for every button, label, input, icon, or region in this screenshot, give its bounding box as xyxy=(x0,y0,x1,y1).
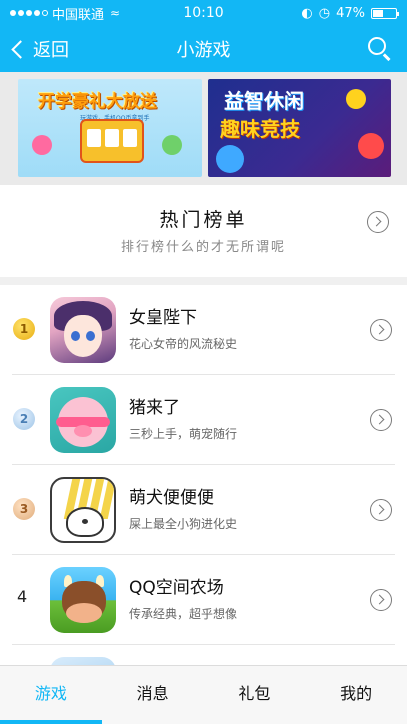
game-description: 屎上最全小狗进化史 xyxy=(129,517,238,531)
chevron-right-icon[interactable] xyxy=(370,589,392,611)
hot-list-subtitle: 排行榜什么的才无所谓呢 xyxy=(120,240,286,255)
tab-games[interactable]: 游戏 xyxy=(0,666,102,724)
game-icon-dog xyxy=(50,477,116,543)
character-illustration xyxy=(32,135,52,155)
game-row[interactable]: 1 女皇陛下 花心女帝的风流秘史 xyxy=(0,285,407,375)
promo-banner-left[interactable]: 开学豪礼大放送 玩游戏，手机QQ币拿到手 xyxy=(18,79,202,177)
tab-label: 消息 xyxy=(136,684,169,703)
rank-gold-medal-icon: 1 xyxy=(13,318,35,340)
wifi-icon: ≈ xyxy=(110,6,121,20)
rank-bronze-medal-icon: 3 xyxy=(13,498,35,520)
game-row[interactable]: 3 萌犬便便便 屎上最全小狗进化史 xyxy=(0,465,407,555)
rotation-lock-icon: ◐ xyxy=(301,5,313,21)
tab-gifts[interactable]: 礼包 xyxy=(204,666,306,724)
banner-right-line1: 益智休闲 xyxy=(224,89,304,113)
character-illustration xyxy=(358,133,384,159)
game-description: 花心女帝的风流秘史 xyxy=(129,337,238,351)
game-name: 猪来了 xyxy=(129,398,180,418)
character-illustration xyxy=(162,135,182,155)
promo-banner-right[interactable]: 益智休闲 趣味竞技 xyxy=(208,79,391,177)
section-divider xyxy=(0,277,407,285)
search-icon xyxy=(368,37,386,55)
game-name: 萌犬便便便 xyxy=(129,488,214,508)
battery-icon xyxy=(371,7,399,19)
chevron-right-icon[interactable] xyxy=(370,319,392,341)
chevron-left-icon xyxy=(11,39,30,59)
game-row[interactable]: 2 猪来了 三秒上手，萌宠随行 xyxy=(0,375,407,465)
tab-label: 游戏 xyxy=(34,684,67,703)
tab-messages[interactable]: 消息 xyxy=(102,666,204,724)
header: 中国联通 ≈ 10:10 ◐ ◷ 47% 返回 小游戏 xyxy=(0,0,407,72)
search-button[interactable] xyxy=(367,36,393,62)
tab-label: 礼包 xyxy=(238,684,271,703)
game-icon-pig xyxy=(50,387,116,453)
signal-strength-icon xyxy=(10,10,48,16)
chevron-right-icon[interactable] xyxy=(370,499,392,521)
character-illustration xyxy=(216,145,244,173)
slot-machine-illustration xyxy=(80,119,144,163)
game-name: QQ空间农场 xyxy=(129,578,224,598)
hot-list-title: 热门榜单 xyxy=(159,209,248,231)
chevron-right-icon[interactable] xyxy=(367,211,389,233)
banner-strip: 开学豪礼大放送 玩游戏，手机QQ币拿到手 益智休闲 趣味竞技 xyxy=(0,72,407,185)
bottom-tab-bar: 游戏 消息 礼包 我的 xyxy=(0,665,407,724)
tab-profile[interactable]: 我的 xyxy=(305,666,407,724)
game-icon-queen xyxy=(50,297,116,363)
game-list: 1 女皇陛下 花心女帝的风流秘史 2 猪来了 三秒上手，萌宠随行 3 萌犬便便便… xyxy=(0,285,407,665)
tab-label: 我的 xyxy=(340,684,373,703)
active-tab-indicator xyxy=(0,720,102,724)
back-label: 返回 xyxy=(33,40,69,61)
battery-level-fill xyxy=(373,9,384,17)
game-description: 传承经典，超乎想像 xyxy=(129,607,238,621)
rank-number: 4 xyxy=(17,587,28,606)
rank-silver-medal-icon: 2 xyxy=(13,408,35,430)
nav-bar: 返回 小游戏 xyxy=(0,26,407,72)
banner-left-title: 开学豪礼大放送 xyxy=(38,92,157,112)
game-name: 女皇陛下 xyxy=(129,308,197,328)
status-right: ◐ ◷ 47% xyxy=(301,5,399,21)
game-icon-farm-cow xyxy=(50,567,116,633)
battery-percent: 47% xyxy=(336,5,365,21)
alarm-icon: ◷ xyxy=(318,5,331,21)
game-icon-partial xyxy=(50,657,116,665)
game-description: 三秒上手，萌宠随行 xyxy=(129,427,238,441)
hot-list-header[interactable]: 热门榜单 排行榜什么的才无所谓呢 xyxy=(0,193,407,275)
game-row[interactable]: 4 QQ空间农场 传承经典，超乎想像 xyxy=(0,555,407,645)
chevron-right-icon[interactable] xyxy=(370,409,392,431)
back-button[interactable]: 返回 xyxy=(0,26,69,72)
carrier-name: 中国联通 xyxy=(52,7,105,23)
banner-right-line2: 趣味竞技 xyxy=(220,117,300,141)
game-row[interactable] xyxy=(0,645,407,665)
status-bar: 中国联通 ≈ 10:10 ◐ ◷ 47% xyxy=(0,0,407,26)
character-illustration xyxy=(346,89,366,109)
